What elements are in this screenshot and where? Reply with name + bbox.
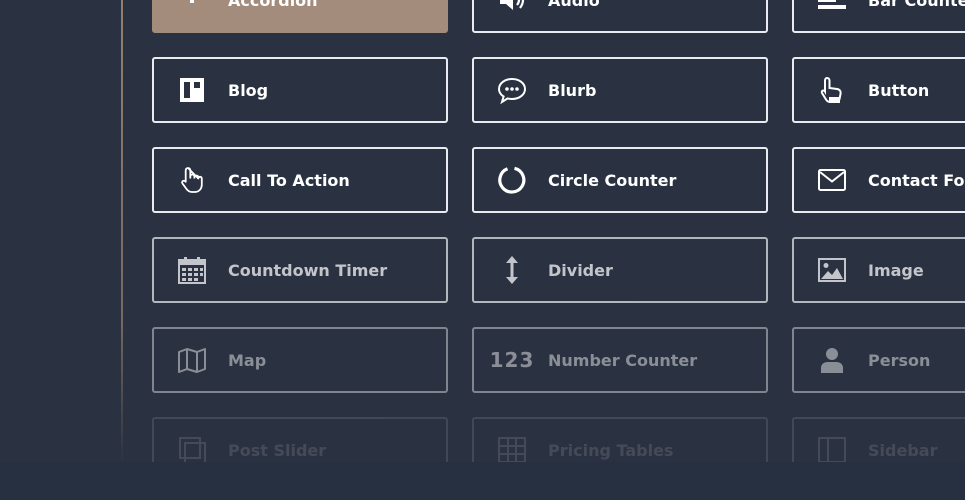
bar-counters-icon — [816, 0, 848, 16]
vertical-arrows-icon — [496, 254, 528, 286]
module-picker: Accordion Audio Bar Counters Blog Blur — [0, 0, 965, 500]
module-label: Person — [868, 350, 931, 370]
module-label: Pricing Tables — [548, 440, 674, 460]
module-audio[interactable]: Audio — [472, 0, 768, 33]
module-number-counter[interactable]: 123 Number Counter — [472, 327, 768, 393]
module-label: Bar Counters — [868, 0, 965, 10]
module-label: Map — [228, 350, 267, 370]
hand-pointer-icon — [176, 164, 208, 196]
module-label: Audio — [548, 0, 600, 10]
module-contact-form[interactable]: Contact Form — [792, 147, 965, 213]
module-bar-counters[interactable]: Bar Counters — [792, 0, 965, 33]
module-label: Image — [868, 260, 924, 280]
number-counter-glyph: 123 — [489, 348, 535, 372]
speech-bubble-icon — [496, 74, 528, 106]
module-label: Call To Action — [228, 170, 350, 190]
module-blog[interactable]: Blog — [152, 57, 448, 123]
calendar-icon — [176, 254, 208, 286]
module-label: Blog — [228, 80, 269, 100]
image-icon — [816, 254, 848, 286]
module-label: Blurb — [548, 80, 597, 100]
module-label: Contact Form — [868, 170, 965, 190]
module-countdown-timer[interactable]: Countdown Timer — [152, 237, 448, 303]
module-label: Circle Counter — [548, 170, 677, 190]
map-icon — [176, 344, 208, 376]
blog-layout-icon — [176, 74, 208, 106]
module-label: Accordion — [228, 0, 318, 10]
bottom-band — [0, 462, 965, 500]
module-label: Number Counter — [548, 350, 698, 370]
person-icon — [816, 344, 848, 376]
panel-divider — [121, 0, 123, 465]
module-map[interactable]: Map — [152, 327, 448, 393]
pointing-hand-icon — [816, 74, 848, 106]
module-button[interactable]: Button — [792, 57, 965, 123]
speaker-icon — [496, 0, 528, 16]
circle-counter-icon — [496, 164, 528, 196]
envelope-icon — [816, 164, 848, 196]
module-label: Countdown Timer — [228, 260, 388, 280]
accordion-icon — [176, 0, 208, 16]
module-person[interactable]: Person — [792, 327, 965, 393]
module-call-to-action[interactable]: Call To Action — [152, 147, 448, 213]
module-blurb[interactable]: Blurb — [472, 57, 768, 123]
module-accordion[interactable]: Accordion — [152, 0, 448, 33]
module-divider[interactable]: Divider — [472, 237, 768, 303]
module-label: Post Slider — [228, 440, 327, 460]
number-counter-icon: 123 — [490, 344, 534, 376]
module-image[interactable]: Image — [792, 237, 965, 303]
module-label: Button — [868, 80, 930, 100]
module-label: Sidebar — [868, 440, 938, 460]
module-label: Divider — [548, 260, 613, 280]
module-circle-counter[interactable]: Circle Counter — [472, 147, 768, 213]
